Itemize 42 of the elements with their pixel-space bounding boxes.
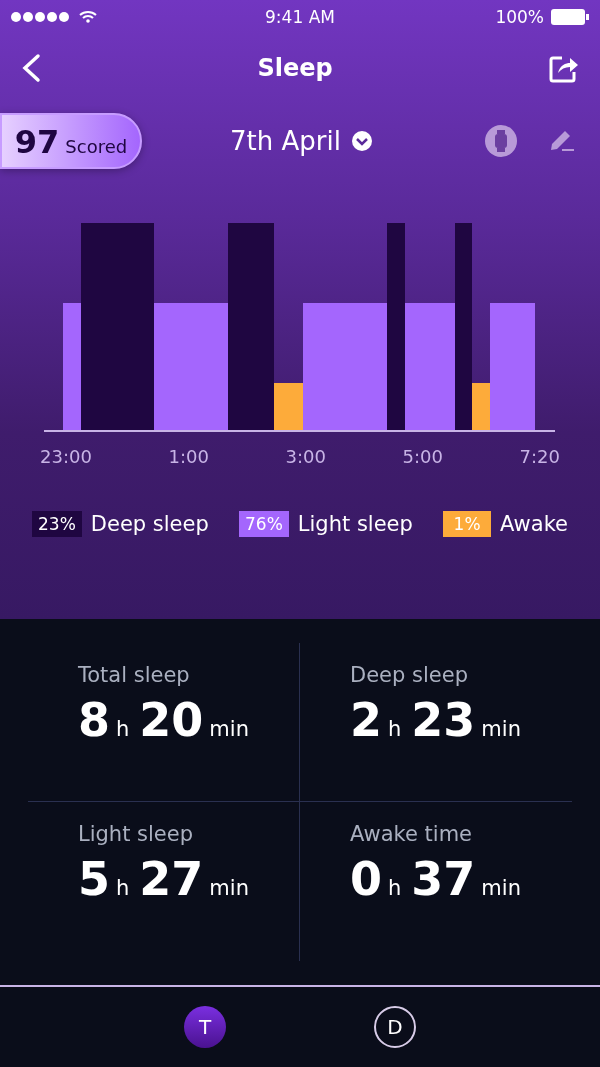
stat-label: Deep sleep xyxy=(350,663,469,687)
stat-minutes: 20 xyxy=(139,693,204,747)
stat-label: Total sleep xyxy=(78,663,191,687)
battery-icon xyxy=(550,8,590,26)
stat-unit: min xyxy=(209,717,249,741)
stat-minutes: 23 xyxy=(411,693,476,747)
stat-unit: h xyxy=(388,876,402,900)
legend-percent: 76% xyxy=(239,511,289,537)
stat-unit: min xyxy=(209,876,249,900)
stat-minutes: 37 xyxy=(411,852,476,906)
back-button[interactable] xyxy=(20,53,42,83)
axis-label: 23:00 xyxy=(40,446,92,467)
tab-button[interactable]: D xyxy=(374,1006,416,1048)
watch-button[interactable] xyxy=(484,124,518,158)
stat-hours: 8 xyxy=(78,693,110,747)
tab-button[interactable]: T xyxy=(184,1006,226,1048)
axis-label: 7:20 xyxy=(519,446,560,467)
stat-unit: h xyxy=(116,717,130,741)
stat-hours: 2 xyxy=(350,693,382,747)
axis-label: 5:00 xyxy=(402,446,443,467)
date-selector[interactable]: 7th April xyxy=(230,126,373,156)
legend-percent: 1% xyxy=(443,511,492,537)
chevron-down-icon xyxy=(350,130,373,152)
stat-label: Light sleep xyxy=(78,822,195,846)
legend-label: Awake xyxy=(500,512,568,536)
legend-label: Light sleep xyxy=(297,512,413,536)
legend-label: Deep sleep xyxy=(90,512,209,536)
page-title: Sleep xyxy=(257,54,333,82)
battery-percent: 100% xyxy=(495,7,544,27)
stat-hours: 0 xyxy=(350,852,382,906)
stat-unit: h xyxy=(116,876,130,900)
stat-unit: h xyxy=(388,717,402,741)
stat-unit: min xyxy=(481,876,521,900)
legend-percent: 23% xyxy=(32,511,82,537)
stat-hours: 5 xyxy=(78,852,110,906)
axis-label: 1:00 xyxy=(168,446,209,467)
stat-minutes: 27 xyxy=(139,852,204,906)
status-time: 9:41 AM xyxy=(265,7,335,27)
stat-label: Awake time xyxy=(350,822,473,846)
stat-unit: min xyxy=(481,717,521,741)
axis-label: 3:00 xyxy=(285,446,326,467)
score-badge: 97 Scored xyxy=(0,113,142,169)
